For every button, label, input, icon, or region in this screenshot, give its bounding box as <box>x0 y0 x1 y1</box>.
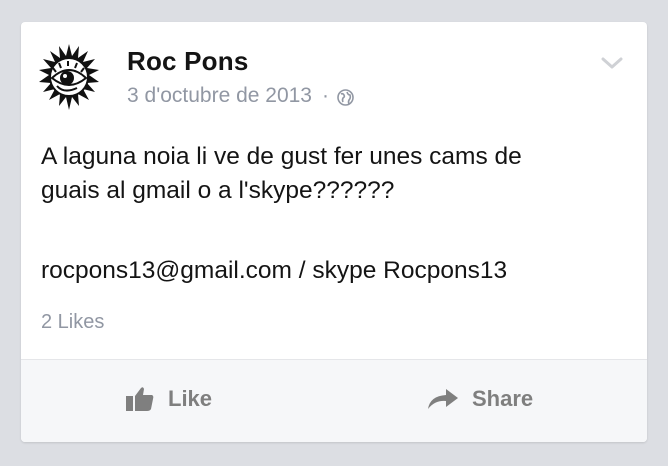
post-body: A laguna noia li ve de gust fer unes cam… <box>41 140 641 288</box>
likes-count[interactable]: 2 Likes <box>41 311 104 334</box>
chevron-down-icon[interactable] <box>601 56 623 70</box>
share-button[interactable]: Share <box>427 386 533 412</box>
avatar[interactable] <box>37 42 101 114</box>
share-arrow-icon <box>428 389 458 409</box>
author-name[interactable]: Roc Pons <box>127 46 249 77</box>
thumbs-up-icon <box>126 387 154 411</box>
post-date[interactable]: 3 d'octubre de 2013 <box>127 84 312 108</box>
post-text-line: A laguna noia li ve de gust fer unes cam… <box>41 143 522 170</box>
like-button[interactable]: Like <box>125 386 212 412</box>
post-contact-line: rocpons13@gmail.com / skype Rocpons13 <box>41 257 508 284</box>
meta-separator: · <box>322 84 329 107</box>
like-label: Like <box>168 386 213 411</box>
post-meta: 3 d'octubre de 2013 · <box>127 84 354 108</box>
post-header: Roc Pons 3 d'octubre de 2013 · <box>21 22 647 122</box>
share-label: Share <box>472 386 534 411</box>
sun-eye-logo-icon <box>39 44 99 110</box>
action-bar: Like Share <box>21 360 647 442</box>
post-text-line: guais al gmail o a l'skype?????? <box>41 177 395 204</box>
globe-icon[interactable] <box>337 88 354 106</box>
post-card: Roc Pons 3 d'octubre de 2013 · A laguna … <box>21 22 647 442</box>
